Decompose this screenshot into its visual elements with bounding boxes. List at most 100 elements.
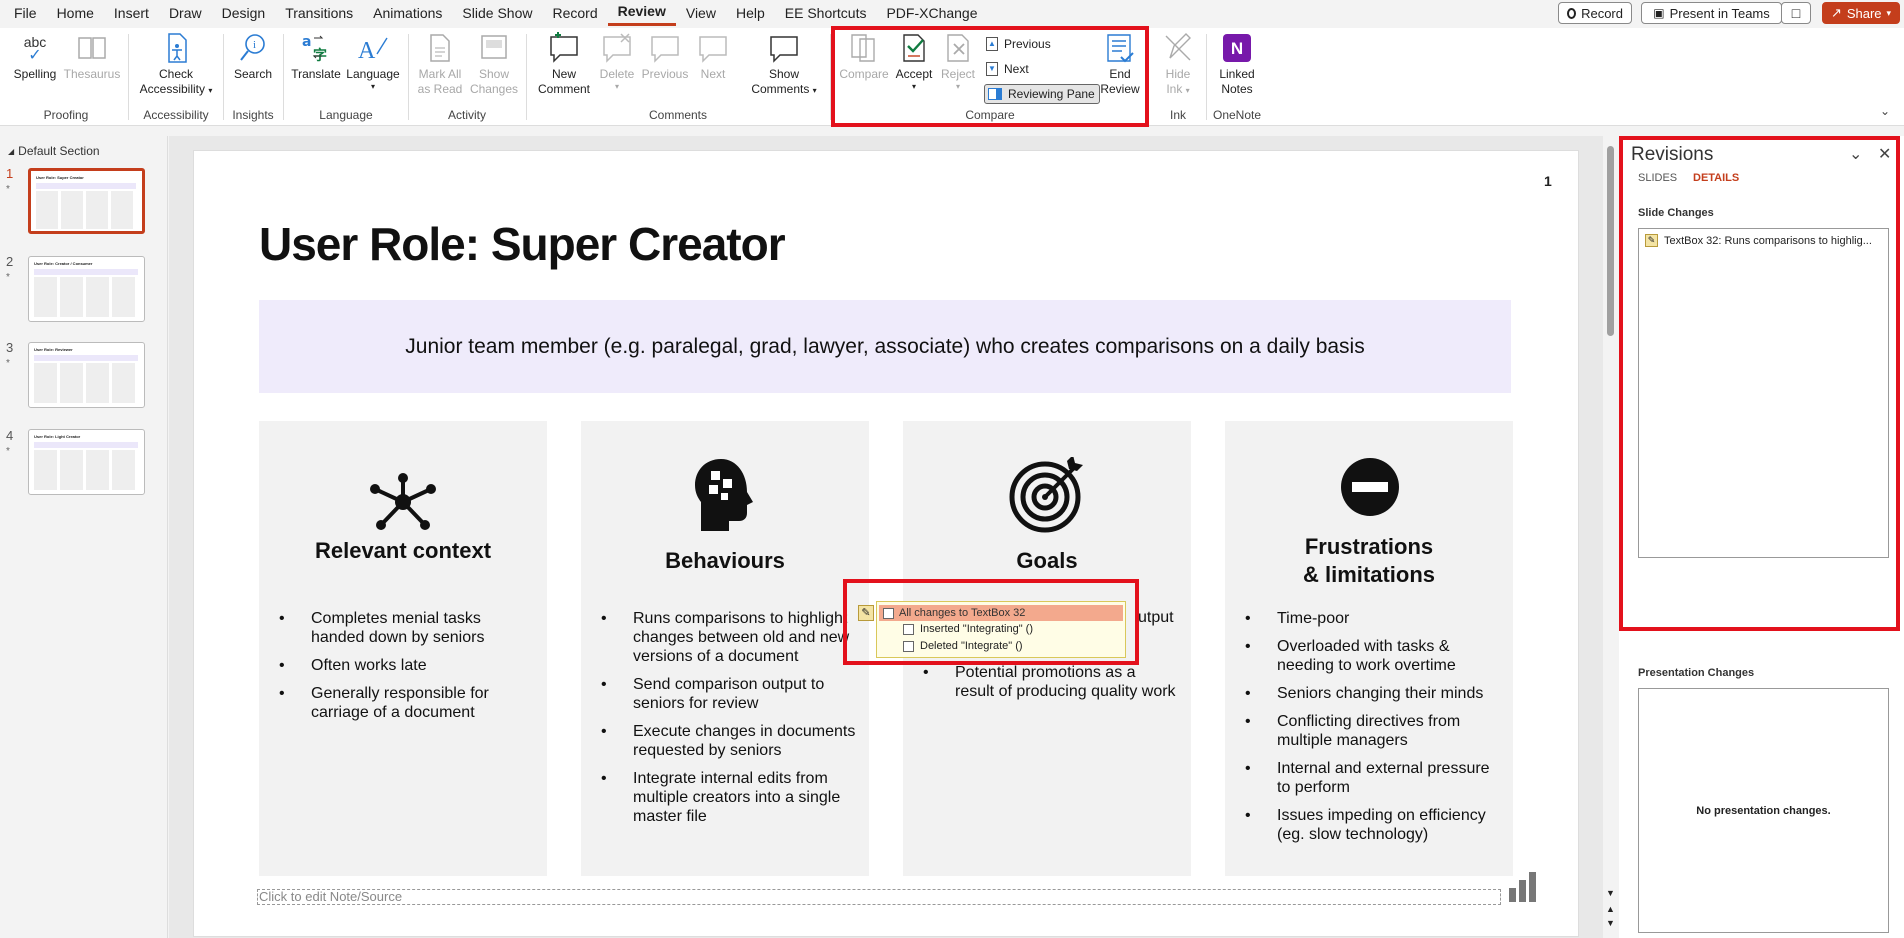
language-button[interactable]: A Language ▾ xyxy=(344,32,402,92)
svg-text:a: a xyxy=(302,34,311,50)
card-title: Relevant context xyxy=(259,537,547,565)
next-change-button[interactable]: ▼ Next xyxy=(986,59,1029,79)
tab-view[interactable]: View xyxy=(676,0,726,26)
slide-number: 2 xyxy=(6,254,13,269)
language-icon: A xyxy=(357,32,389,64)
translate-button[interactable]: a字 Translate xyxy=(290,32,342,82)
deleted-change-row[interactable]: Deleted "Integrate" () xyxy=(903,640,1023,652)
show-comments-label-2: Comments ▾ xyxy=(751,82,816,98)
delete-comment-button[interactable]: Delete ▾ xyxy=(598,32,636,92)
close-icon[interactable]: ✕ xyxy=(1878,144,1891,164)
tab-draw[interactable]: Draw xyxy=(159,0,212,26)
tab-transitions[interactable]: Transitions xyxy=(275,0,363,26)
subtitle-banner[interactable]: Junior team member (e.g. paralegal, grad… xyxy=(259,300,1511,393)
tab-slide-show[interactable]: Slide Show xyxy=(452,0,542,26)
accept-button[interactable]: Accept ▾ xyxy=(892,32,936,92)
card-title-line-1: Frustrations xyxy=(1225,533,1513,561)
slide-star: * xyxy=(6,184,10,195)
tab-record[interactable]: Record xyxy=(542,0,607,26)
thumb-title: User Role: Light Creator xyxy=(34,434,80,439)
tab-help[interactable]: Help xyxy=(726,0,775,26)
tab-pdf-xchange[interactable]: PDF-XChange xyxy=(876,0,987,26)
scroll-down-icon[interactable]: ▼ xyxy=(1606,888,1615,898)
ribbon-collapse-icon[interactable]: ⌄ xyxy=(1880,104,1890,118)
deleted-checkbox[interactable] xyxy=(903,641,914,652)
group-separator xyxy=(128,34,129,120)
bullet-list: Potential promotions as a result of prod… xyxy=(923,663,1179,710)
show-comments-button[interactable]: Show Comments ▾ xyxy=(744,32,824,98)
editor-scrollbar[interactable]: ▼ ▲ ▼ xyxy=(1604,136,1618,938)
search-label: Search xyxy=(234,67,272,82)
ribbon: abc✓ Spelling Thesaurus Proofing Check A… xyxy=(0,28,1904,126)
presentation-changes-list[interactable]: No presentation changes. xyxy=(1638,688,1889,933)
end-review-label-2: Review xyxy=(1100,82,1139,97)
search-icon: i xyxy=(237,32,269,64)
spelling-button[interactable]: abc✓ Spelling xyxy=(12,32,58,82)
end-review-button[interactable]: End Review xyxy=(1096,32,1144,97)
tab-insert[interactable]: Insert xyxy=(104,0,159,26)
inserted-checkbox[interactable] xyxy=(903,624,914,635)
chevron-down-icon: ▾ xyxy=(813,86,817,95)
mark-all-as-read-button[interactable]: Mark All as Read xyxy=(414,32,466,97)
tab-design[interactable]: Design xyxy=(212,0,276,26)
tab-file[interactable]: File xyxy=(0,0,47,26)
thesaurus-button[interactable]: Thesaurus xyxy=(64,32,120,82)
slide-star: * xyxy=(6,358,10,369)
reviewing-pane-icon xyxy=(988,88,1002,100)
compare-button[interactable]: Compare xyxy=(838,32,890,82)
pane-options-icon[interactable]: ⌄ xyxy=(1849,144,1862,164)
show-changes-button[interactable]: Show Changes xyxy=(468,32,520,97)
slide-changes-list[interactable]: ✎ TextBox 32: Runs comparisons to highli… xyxy=(1638,228,1889,558)
tab-details[interactable]: DETAILS xyxy=(1693,172,1739,184)
previous-change-icon: ▲ xyxy=(986,37,998,51)
slide-title[interactable]: User Role: Super Creator xyxy=(259,217,785,271)
group-label-compare: Compare xyxy=(838,108,1142,122)
inserted-change-row[interactable]: Inserted "Integrating" () xyxy=(903,623,1033,635)
section-header[interactable]: ◢ Default Section xyxy=(8,144,100,158)
card-frustrations[interactable]: Frustrations & limitations Time-poor Ove… xyxy=(1225,421,1513,876)
next-slide-icon[interactable]: ▼ xyxy=(1606,918,1615,928)
slide-thumbnail-3[interactable]: User Role: Reviewer xyxy=(28,342,145,408)
change-marker-icon[interactable]: ✎ xyxy=(858,605,874,621)
slide-canvas[interactable]: 1 User Role: Super Creator Junior team m… xyxy=(193,150,1579,937)
linked-notes-button[interactable]: N Linked Notes xyxy=(1212,32,1262,97)
reject-button[interactable]: Reject ▾ xyxy=(938,32,978,92)
present-in-teams-button[interactable]: ▣ Present in Teams xyxy=(1641,2,1782,24)
slide-thumbnail-2[interactable]: User Role: Creator / Consumer xyxy=(28,256,145,322)
mark-all-label-2: as Read xyxy=(418,82,463,97)
check-accessibility-button[interactable]: Check Accessibility ▾ xyxy=(135,32,217,98)
slide-page-number: 1 xyxy=(1544,173,1552,189)
new-comment-button[interactable]: New Comment xyxy=(534,32,594,97)
hide-ink-icon xyxy=(1162,32,1194,64)
tab-ee-shortcuts[interactable]: EE Shortcuts xyxy=(775,0,877,26)
record-button[interactable]: Record xyxy=(1558,2,1632,24)
tab-home[interactable]: Home xyxy=(47,0,104,26)
previous-slide-icon[interactable]: ▲ xyxy=(1606,904,1615,914)
previous-change-button[interactable]: ▲ Previous xyxy=(986,34,1051,54)
next-comment-button[interactable]: Next xyxy=(694,32,732,82)
slide-thumbnail-4[interactable]: User Role: Light Creator xyxy=(28,429,145,495)
group-separator xyxy=(408,34,409,120)
card-relevant-context[interactable]: Relevant context Completes menial tasks … xyxy=(259,421,547,876)
scroll-thumb[interactable] xyxy=(1607,146,1614,336)
tab-review[interactable]: Review xyxy=(608,0,676,26)
revisions-title: Revisions xyxy=(1631,144,1713,166)
search-button[interactable]: i Search xyxy=(230,32,276,82)
reviewing-pane-button[interactable]: Reviewing Pane xyxy=(984,84,1100,104)
bullet-item: Often works late xyxy=(279,656,535,675)
card-behaviours[interactable]: Behaviours Runs comparisons to highlight… xyxy=(581,421,869,876)
slide-number: 1 xyxy=(6,166,13,181)
comments-button[interactable]: □ xyxy=(1781,2,1811,24)
group-label-ink: Ink xyxy=(1156,108,1200,122)
slide-thumbnail-1[interactable]: User Role: Super Creator xyxy=(28,168,145,234)
reviewing-pane-label: Reviewing Pane xyxy=(1008,87,1095,101)
all-changes-row[interactable]: All changes to TextBox 32 xyxy=(879,605,1123,621)
share-button[interactable]: ↗ Share ▾ xyxy=(1822,2,1900,24)
hide-ink-button[interactable]: Hide Ink ▾ xyxy=(1156,32,1200,98)
all-changes-checkbox[interactable] xyxy=(883,608,894,619)
note-source-placeholder[interactable]: Click to edit Note/Source xyxy=(257,889,1501,905)
previous-comment-button[interactable]: Previous xyxy=(640,32,690,82)
tab-slides[interactable]: SLIDES xyxy=(1638,172,1677,184)
tab-animations[interactable]: Animations xyxy=(363,0,452,26)
slide-change-item[interactable]: ✎ TextBox 32: Runs comparisons to highli… xyxy=(1645,234,1872,247)
